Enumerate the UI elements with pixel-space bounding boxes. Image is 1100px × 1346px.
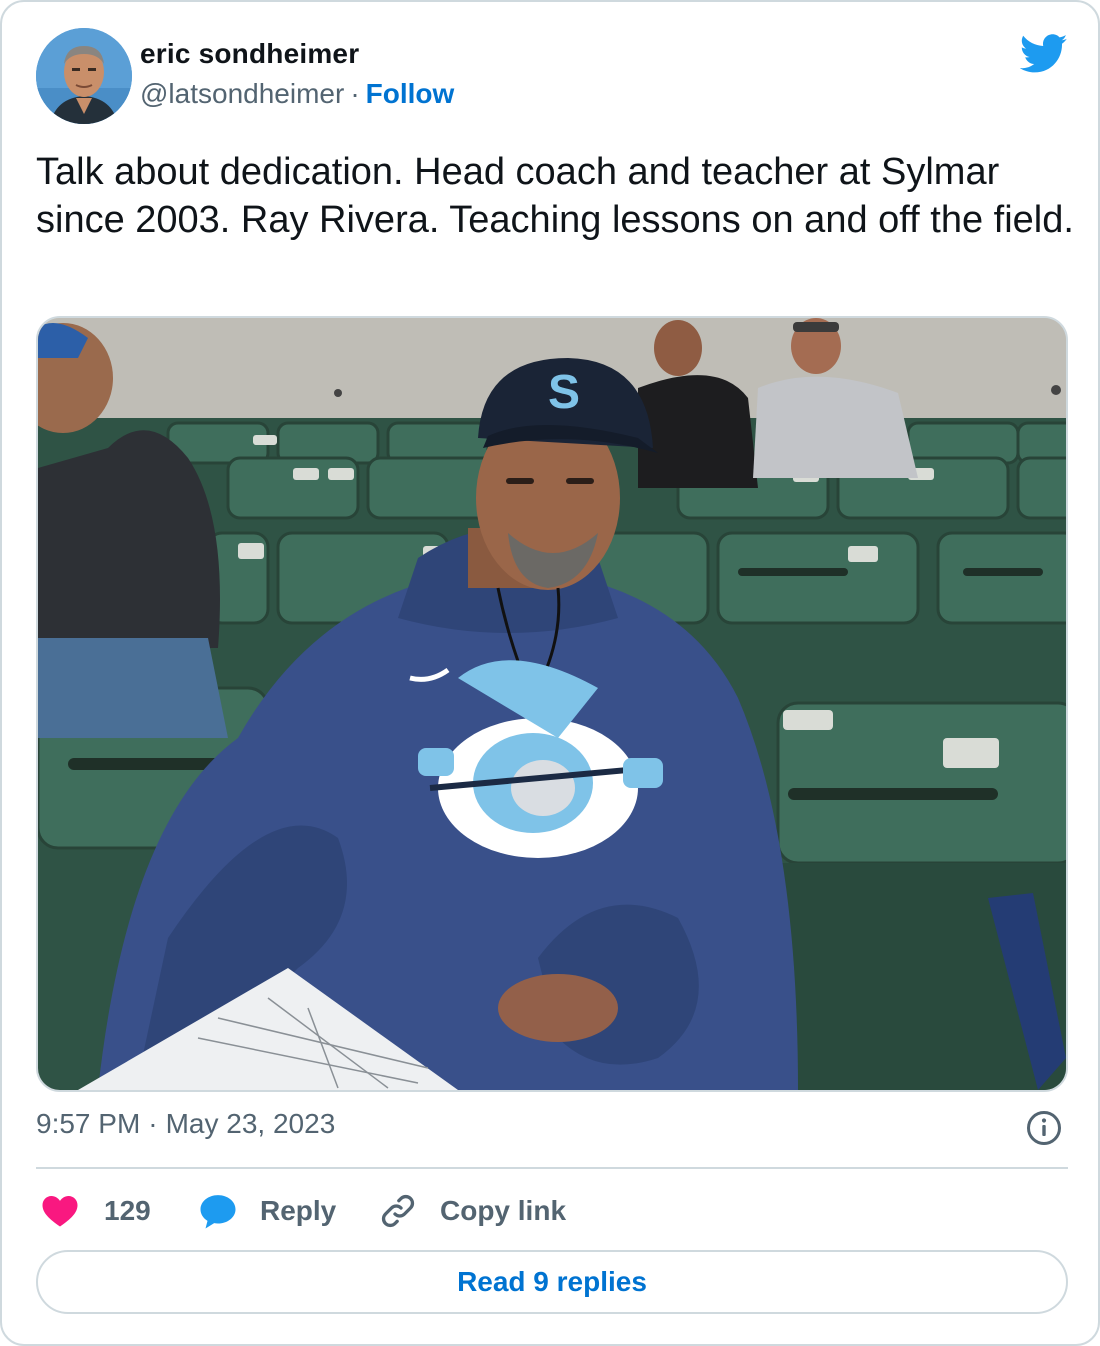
tweet-date: May 23, 2023 <box>165 1108 336 1139</box>
link-icon <box>381 1194 415 1228</box>
like-button[interactable]: 129 <box>40 1188 151 1234</box>
author-name[interactable]: eric sondheimer <box>140 38 359 70</box>
heart-icon <box>42 1196 78 1227</box>
tweet-text: Talk about dedication. Head coach and te… <box>36 151 1074 241</box>
reply-button[interactable]: Reply <box>198 1188 336 1234</box>
reply-label: Reply <box>260 1195 337 1226</box>
cap-logo-letter: S <box>548 366 580 419</box>
like-count: 129 <box>104 1195 151 1226</box>
tweet-timestamp[interactable]: 9:57 PM · May 23, 2023 <box>36 1108 335 1140</box>
twitter-bird-icon[interactable] <box>1020 34 1068 74</box>
timestamp-separator: · <box>148 1108 158 1139</box>
read-replies-button[interactable]: Read 9 replies <box>36 1250 1068 1314</box>
tweet-card: eric sondheimer @latsondheimer · Follow Ta… <box>0 0 1100 1346</box>
handle-separator: · <box>350 78 360 109</box>
author-handle[interactable]: @latsondheimer <box>140 78 344 109</box>
author-handle-row: @latsondheimer · Follow <box>140 78 454 110</box>
follow-button[interactable]: Follow <box>366 78 455 109</box>
avatar[interactable] <box>36 28 132 124</box>
speech-bubble-icon <box>200 1195 236 1229</box>
divider <box>36 1167 1068 1169</box>
copy-link-button[interactable]: Copy link <box>378 1188 566 1234</box>
info-icon[interactable] <box>1026 1110 1062 1146</box>
tweet-photo[interactable]: S <box>36 316 1068 1092</box>
tweet-time: 9:57 PM <box>36 1108 141 1139</box>
copy-link-label: Copy link <box>440 1195 567 1226</box>
read-replies-label: Read 9 replies <box>457 1266 647 1297</box>
